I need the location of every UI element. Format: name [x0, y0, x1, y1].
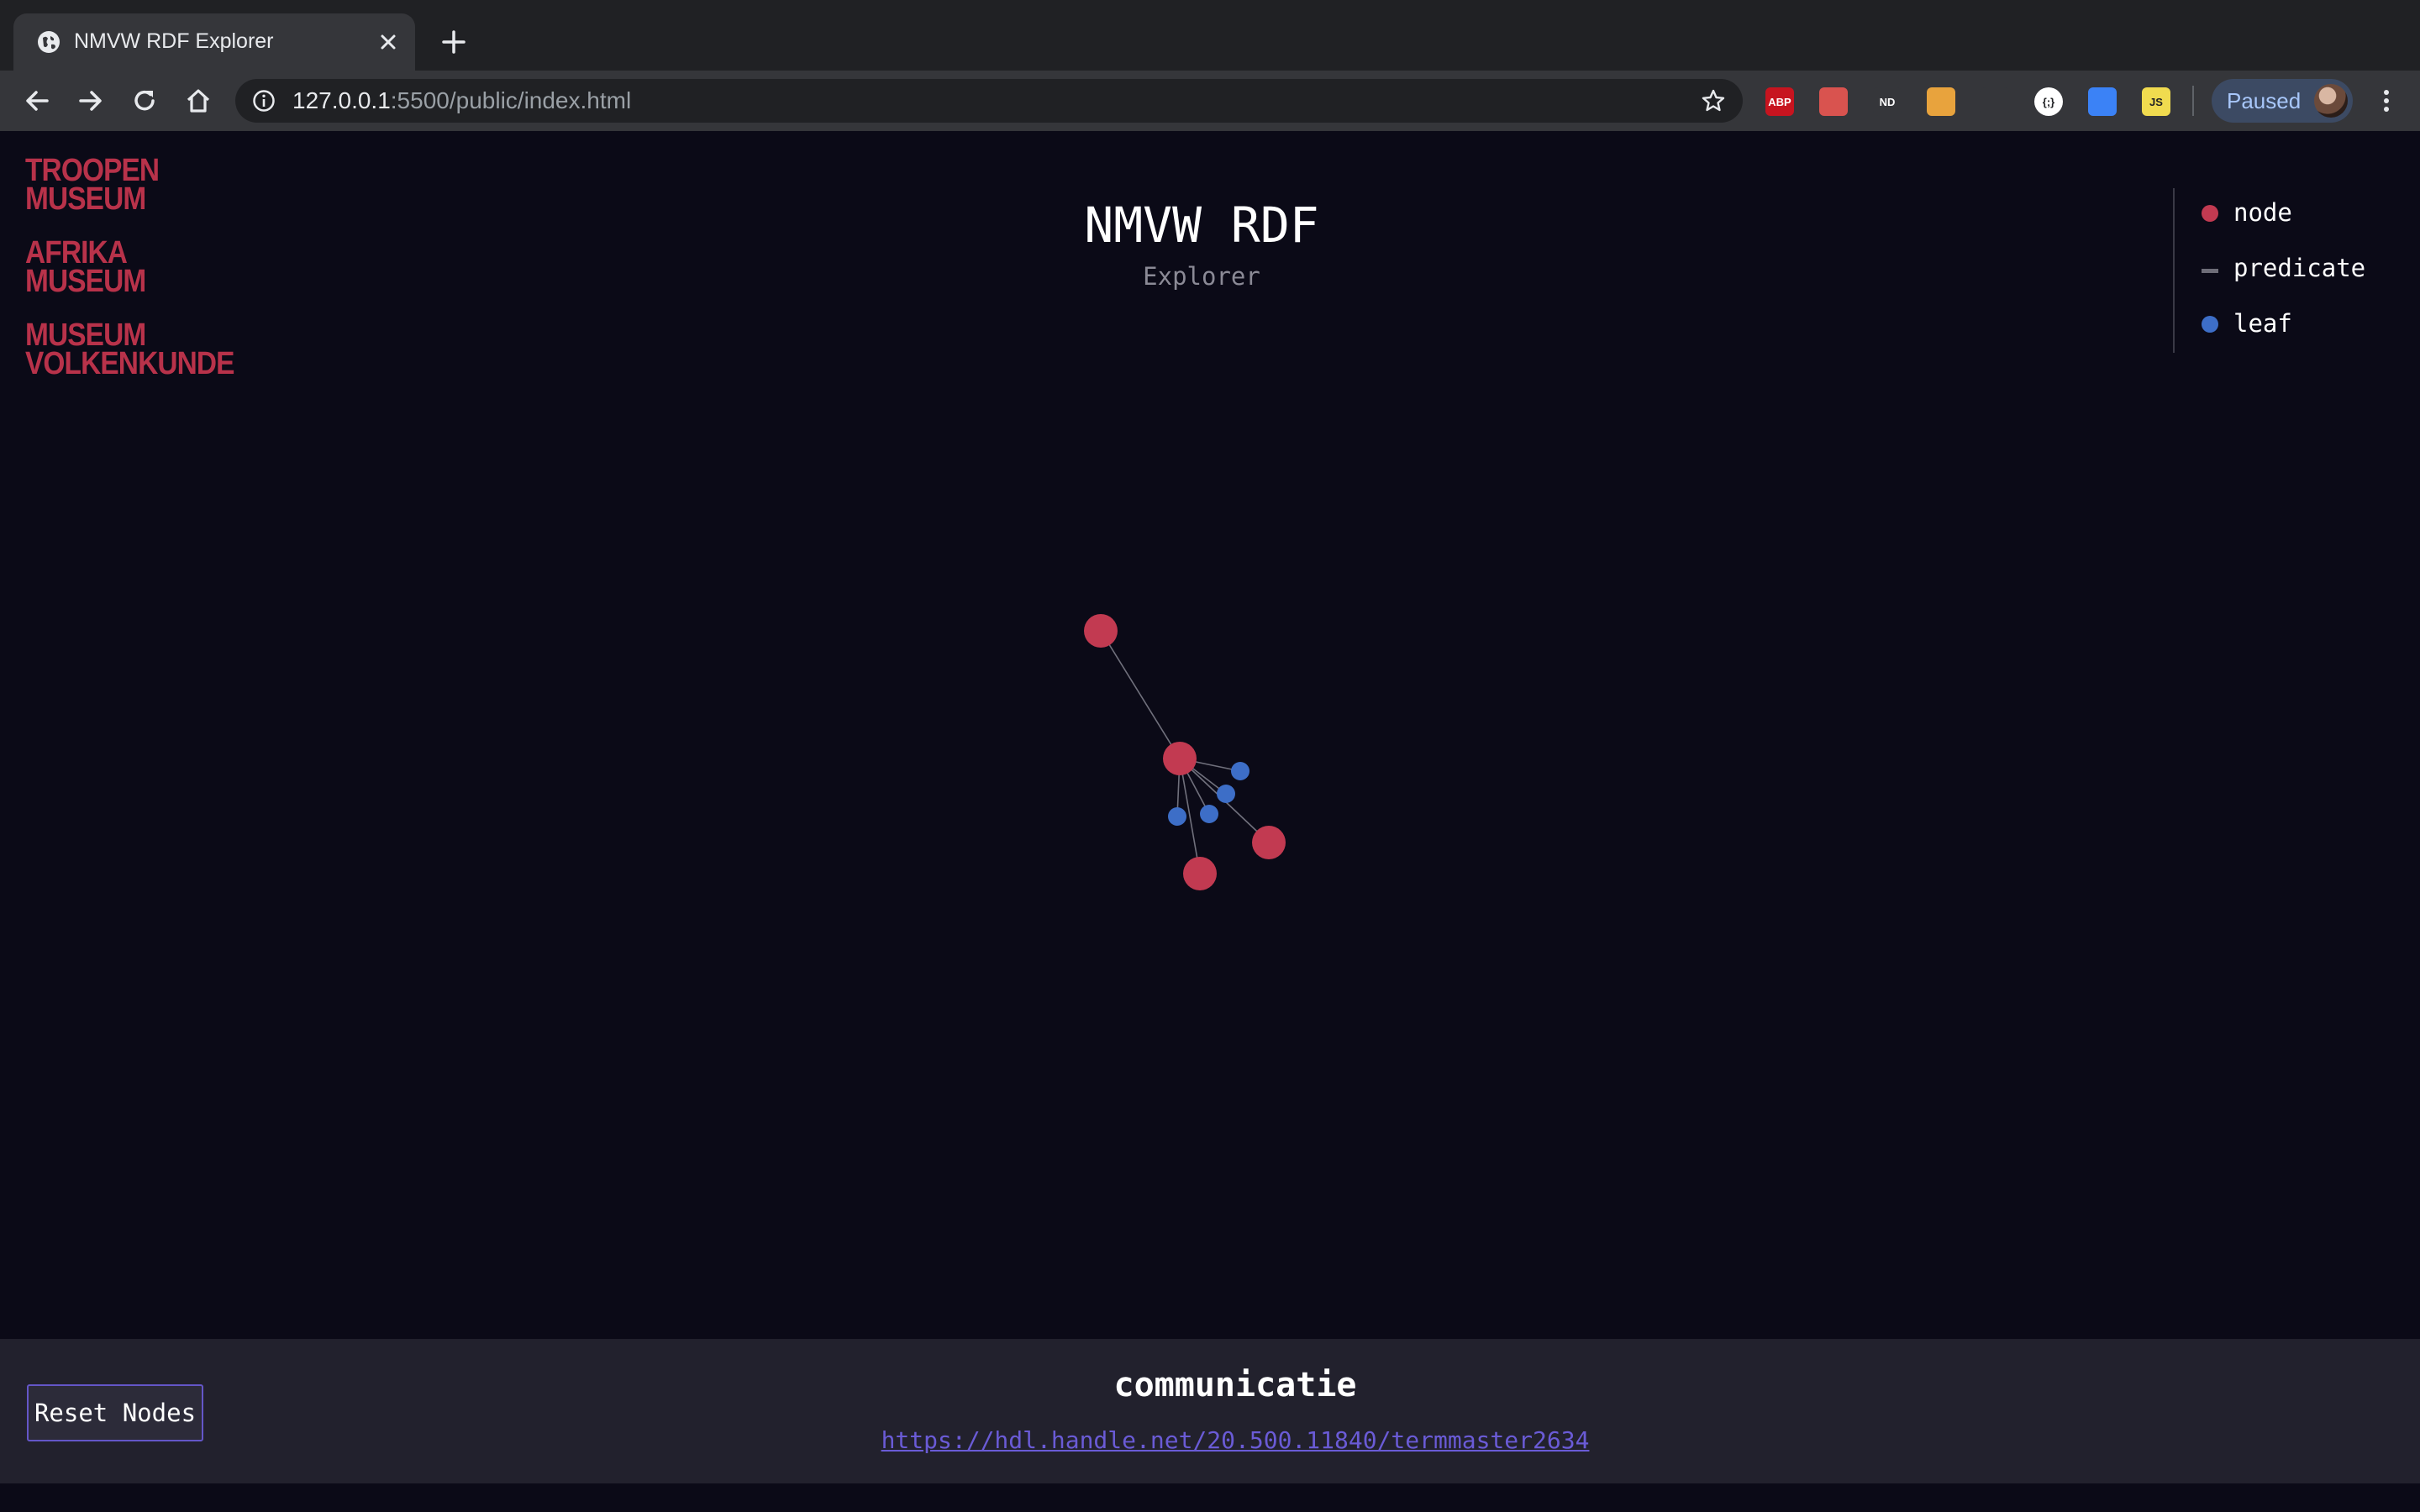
new-tab-icon[interactable]	[439, 27, 469, 57]
refresh-extension-icon[interactable]	[2088, 87, 2117, 116]
sync-extension-icon[interactable]	[1981, 87, 2009, 116]
tab-title: NMVW RDF Explorer	[74, 29, 274, 53]
legend-dash-icon	[2202, 269, 2218, 273]
museum-logo-line: TROOPEN	[25, 153, 160, 188]
url-path: :5500/public/index.html	[390, 87, 632, 113]
selected-node-name: communicatie	[1113, 1366, 1357, 1404]
gmail-checker-icon[interactable]	[1819, 87, 1848, 116]
graph-leaf[interactable]	[1200, 805, 1218, 823]
profile-button[interactable]: Paused	[2212, 79, 2353, 123]
museum-logo-line: MUSEUM	[25, 318, 146, 353]
legend-dot-icon	[2202, 205, 2218, 222]
graph-predicate-link	[1100, 630, 1181, 759]
museum-logo: MUSEUM VOLKENKUNDE	[25, 318, 262, 381]
adblock-plus-icon[interactable]: ABP	[1765, 87, 1794, 116]
legend-label: leaf	[2233, 309, 2292, 338]
graph-leaf[interactable]	[1231, 762, 1249, 780]
back-arrow-icon[interactable]	[22, 86, 52, 116]
graph-node[interactable]	[1084, 614, 1118, 648]
nd-extension-icon[interactable]: ND	[1873, 87, 1902, 116]
toolbar-separator	[2192, 86, 2194, 116]
color-picker-icon[interactable]	[1927, 87, 1955, 116]
profile-status: Paused	[2227, 88, 2302, 113]
legend-label: predicate	[2233, 254, 2366, 282]
bookmark-star-icon[interactable]	[1701, 88, 1726, 113]
browser-tabstrip: NMVW RDF Explorer	[0, 0, 2420, 71]
close-tab-icon[interactable]	[376, 30, 400, 54]
rdf-graph[interactable]	[0, 131, 2420, 1341]
globe-icon	[38, 31, 60, 53]
browser-tab[interactable]: NMVW RDF Explorer	[13, 13, 415, 71]
legend-dot-icon	[2202, 316, 2218, 333]
page-content: TROOPEN MUSEUM AFRIKA MUSEUM MUSEUM VOLKENKUN…	[0, 131, 2420, 1512]
site-info-icon[interactable]	[252, 89, 276, 113]
graph-node[interactable]	[1252, 826, 1286, 859]
url-host: 127.0.0.1	[292, 87, 391, 113]
address-url[interactable]: 127.0.0.1:5500/public/index.html	[292, 86, 631, 116]
graph-leaf[interactable]	[1168, 807, 1186, 826]
graph-node[interactable]	[1163, 742, 1197, 775]
details-panel: Reset Nodes communicatie https://hdl.han…	[0, 1339, 2420, 1483]
js-extension-icon[interactable]: JS	[2142, 87, 2170, 116]
graph-leaf[interactable]	[1217, 785, 1235, 803]
reload-icon[interactable]	[129, 86, 160, 116]
page-title: NMVW RDF	[1084, 197, 1319, 254]
selected-node-uri-link[interactable]: https://hdl.handle.net/20.500.11840/term…	[881, 1426, 1590, 1454]
address-bar[interactable]: 127.0.0.1:5500/public/index.html	[235, 79, 1743, 123]
home-icon[interactable]	[183, 86, 213, 116]
forward-arrow-icon[interactable]	[76, 86, 106, 116]
browser-toolbar: 127.0.0.1:5500/public/index.html ABP ND {;…	[0, 71, 2420, 131]
avatar	[2314, 84, 2348, 118]
page-subtitle: Explorer	[1143, 262, 1260, 291]
kebab-menu-icon[interactable]	[2371, 86, 2402, 116]
legend-label: node	[2233, 198, 2292, 227]
legend: node predicate leaf	[2173, 188, 2365, 353]
graph-node[interactable]	[1183, 857, 1217, 890]
json-viewer-icon[interactable]: {;}	[2034, 87, 2063, 116]
museum-logo-line: VOLKENKUNDE	[25, 346, 234, 381]
